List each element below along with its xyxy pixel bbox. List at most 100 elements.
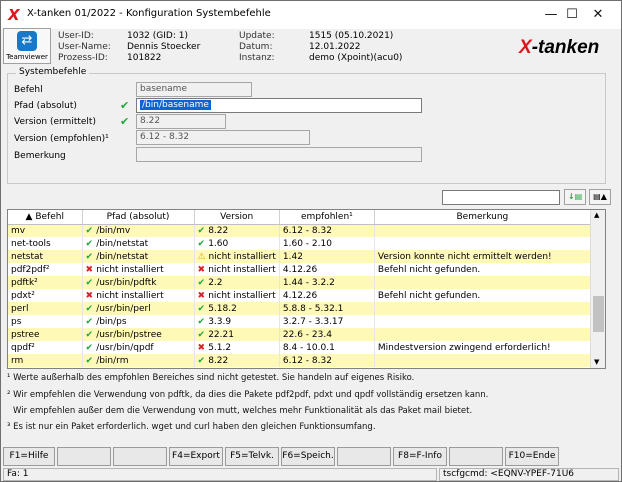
empfohlen-field[interactable]: 6.12 - 8.32	[136, 130, 310, 145]
cell-empfohlen: 6.12 - 8.32	[279, 354, 375, 367]
bemerkung-field[interactable]	[136, 147, 422, 162]
application-window: X X-tanken 01/2022 - Konfiguration Syste…	[0, 0, 622, 482]
footnote-2b: Wir empfehlen außer dem die Verwendung v…	[13, 406, 473, 416]
column-header-pfad[interactable]: Pfad (absolut)	[82, 210, 195, 225]
table-row[interactable]: pdftk² ✔ /usr/bin/pdftk ✔ 2.2 1.44 - 3.2.2	[8, 276, 591, 289]
column-header-befehl[interactable]: ▲ Befehl	[8, 210, 83, 225]
scroll-down-icon[interactable]: ▼	[594, 358, 599, 366]
cell-pfad-text: /usr/bin/pdftk	[96, 277, 157, 288]
f4-export-button[interactable]: F4=Export	[169, 447, 223, 466]
cell-pfad-text: /bin/mv	[96, 225, 131, 236]
cell-version-text: nicht installiert	[208, 290, 276, 301]
cell-version: ✔ 8.22	[194, 354, 280, 367]
table-row[interactable]: pdf2pdf² ✖ nicht installiert ✖ nicht insta…	[8, 263, 591, 276]
cell-version: ✔ 8.22	[194, 224, 280, 237]
column-header-version[interactable]: Version	[194, 210, 280, 225]
table-row[interactable]: rm ✔ /bin/rm ✔ 8.22 6.12 - 8.32	[8, 354, 591, 367]
cross-icon: ✖	[197, 342, 209, 353]
cell-empfohlen: 6.12 - 8.32	[279, 224, 375, 237]
footnote-1: ¹ Werte außerhalb des empfohlen Bereiche…	[7, 373, 415, 383]
cell-befehl: pdxt²	[8, 289, 83, 302]
cell-befehl: pdftk²	[8, 276, 83, 289]
cell-pfad-text: /usr/bin/pstree	[96, 329, 162, 340]
table-row[interactable]: net-tools ✔ /bin/netstat ✔ 1.60 1.60 - 2.10	[8, 237, 591, 250]
cell-pfad-text: /bin/netstat	[96, 251, 149, 262]
scrollbar-thumb[interactable]	[593, 296, 604, 332]
f6-save-button[interactable]: F6=Speich.	[281, 447, 335, 466]
window-title: X-tanken 01/2022 - Konfiguration Systemb…	[27, 8, 271, 19]
brand-logo: X-tanken	[519, 37, 600, 58]
f5-telvk-button[interactable]: F5=Telvk.	[225, 447, 279, 466]
date-value: 12.01.2022	[309, 42, 361, 52]
instance-label: Instanz:	[239, 53, 275, 63]
cell-bemerkung: Befehl nicht gefunden.	[374, 263, 591, 276]
check-icon: ✔	[85, 225, 97, 236]
cell-befehl: rm	[8, 354, 83, 367]
table-row[interactable]: pdxt² ✖ nicht installiert ✖ nicht installi…	[8, 289, 591, 302]
cell-bemerkung	[374, 315, 591, 328]
table-row[interactable]: perl ✔ /usr/bin/perl ✔ 5.18.2 5.8.8 - 5.32.…	[8, 302, 591, 315]
cell-version: ✔ 2.2	[194, 276, 280, 289]
close-button[interactable]: ✕	[575, 1, 621, 29]
cell-empfohlen: 1.42	[279, 250, 375, 263]
table-row[interactable]: mv ✔ /bin/mv ✔ 8.22 6.12 - 8.32	[8, 224, 591, 237]
cell-befehl: ps	[8, 315, 83, 328]
f3-button[interactable]	[113, 447, 167, 466]
cell-pfad-text: /usr/bin/qpdf	[96, 342, 154, 353]
cell-version: ✔ 3.3.9	[194, 315, 280, 328]
search-input[interactable]	[442, 190, 560, 205]
cell-befehl: perl	[8, 302, 83, 315]
check-icon: ✔	[197, 316, 209, 327]
user-name-value: Dennis Stoecker	[127, 42, 201, 52]
sort-ascending-button[interactable]: ↓▤	[564, 189, 586, 205]
pfad-input[interactable]: /bin/basename	[136, 98, 422, 113]
table-row[interactable]: qpdf² ✔ /usr/bin/qpdf ✖ 5.1.2 8.4 - 10.0.1 M…	[8, 341, 591, 354]
sort-options-button[interactable]: ▤▲	[589, 189, 611, 205]
cell-pfad-text: /bin/rm	[96, 355, 129, 366]
title-bar: X X-tanken 01/2022 - Konfiguration Syste…	[1, 1, 621, 29]
pfad-check-icon: ✔	[120, 99, 130, 112]
scroll-up-icon[interactable]: ▲	[594, 211, 599, 219]
cell-pfad-text: /bin/netstat	[96, 238, 149, 249]
cell-version-text: 2.2	[208, 277, 223, 288]
pfad-label: Pfad (absolut)	[14, 101, 77, 111]
footnote-3: ³ Es ist nur ein Paket erforderlich. wge…	[7, 422, 376, 432]
cell-version-text: 5.18.2	[208, 303, 237, 314]
check-icon: ✔	[197, 329, 209, 340]
teamviewer-button[interactable]: ⇄ Teamviewer	[3, 28, 51, 64]
column-header-empfohlen[interactable]: empfohlen¹	[279, 210, 375, 225]
check-icon: ✔	[85, 329, 97, 340]
f1-help-button[interactable]: F1=Hilfe	[3, 447, 55, 466]
check-icon: ✔	[197, 355, 209, 366]
f10-end-button[interactable]: F10=Ende	[505, 447, 559, 466]
sort-asc-icon: ↓▤	[567, 192, 583, 201]
table-row[interactable]: pstree ✔ /usr/bin/pstree ✔ 22.21 22.6 - 23.…	[8, 328, 591, 341]
cell-befehl: netstat	[8, 250, 83, 263]
table-row[interactable]: netstat ✔ /bin/netstat ⚠ nicht installiert…	[8, 250, 591, 263]
status-bar: Fa: 1 tscfgcmd: <EQNV-YPEF-71U6	[1, 467, 621, 481]
table-row[interactable]: ps ✔ /bin/ps ✔ 3.3.9 3.2.7 - 3.3.17	[8, 315, 591, 328]
cell-version: ✔ 5.18.2	[194, 302, 280, 315]
check-icon: ✔	[85, 355, 97, 366]
cell-pfad: ✖ nicht installiert	[82, 289, 195, 302]
cell-bemerkung	[374, 237, 591, 250]
cell-version: ✖ nicht installiert	[194, 263, 280, 276]
cross-icon: ✖	[197, 264, 209, 275]
f7-button[interactable]	[337, 447, 391, 466]
update-label: Update:	[239, 31, 275, 41]
warning-icon: ⚠	[197, 251, 209, 262]
f8-info-button[interactable]: F8=F-Info	[393, 447, 447, 466]
column-header-bemerkung[interactable]: Bemerkung	[374, 210, 591, 225]
version-field[interactable]: 8.22	[136, 114, 226, 129]
process-id-value: 101822	[127, 53, 162, 63]
f2-button[interactable]	[57, 447, 111, 466]
cell-pfad: ✔ /usr/bin/perl	[82, 302, 195, 315]
befehl-label: Befehl	[14, 85, 43, 95]
cell-empfohlen: 4.12.26	[279, 289, 375, 302]
table-scrollbar[interactable]: ▲ ▼	[590, 210, 605, 368]
f9-button[interactable]	[449, 447, 503, 466]
cell-pfad: ✔ /bin/rm	[82, 354, 195, 367]
cell-befehl: pstree	[8, 328, 83, 341]
cell-empfohlen: 22.6 - 23.4	[279, 328, 375, 341]
befehl-field[interactable]: basename	[136, 82, 252, 97]
